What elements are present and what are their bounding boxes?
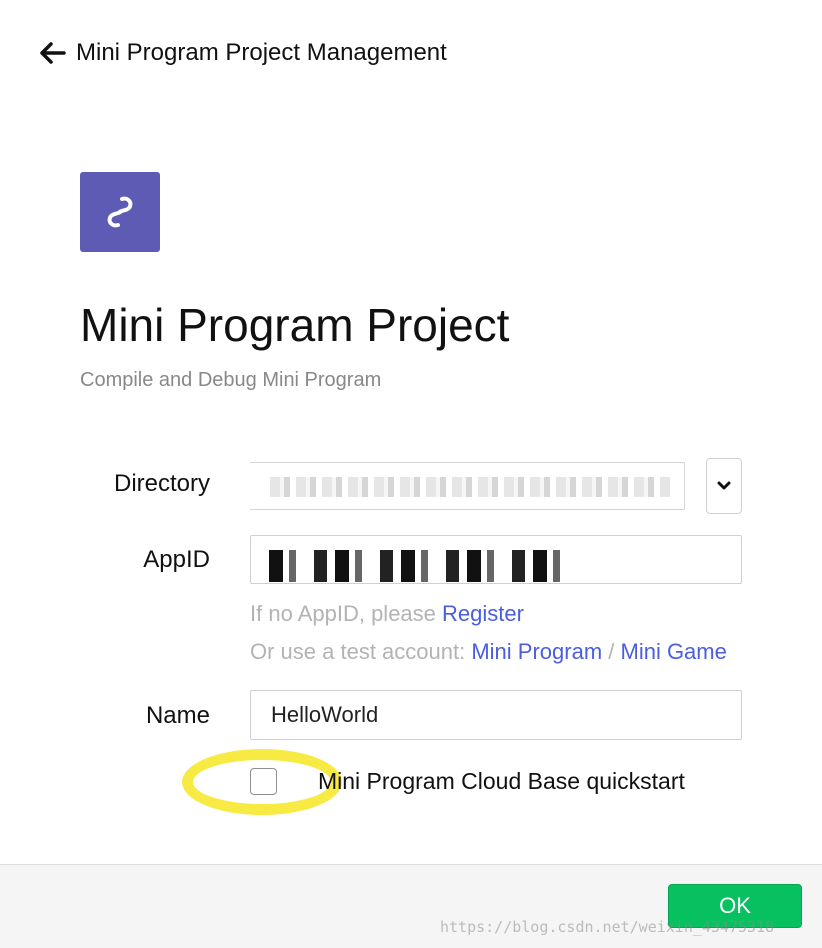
page-title: Mini Program Project <box>80 299 510 351</box>
test-account-separator: / <box>602 639 621 664</box>
mini-game-test-link[interactable]: Mini Game <box>621 639 727 664</box>
register-hint-text: If no AppID, please <box>250 601 443 626</box>
directory-label: Directory <box>113 470 210 497</box>
mini-program-logo-icon <box>80 172 160 252</box>
appid-register-hint: If no AppID, please Register <box>250 601 524 627</box>
register-link[interactable]: Register <box>442 601 524 626</box>
link-icon <box>107 196 133 228</box>
chevron-down-icon <box>717 481 731 490</box>
project-creation-page: Mini Program Project Management Mini Pro… <box>0 0 822 948</box>
watermark: https://blog.csdn.net/weixin_43475318 <box>440 918 775 936</box>
back-navigation[interactable]: Mini Program Project Management <box>38 38 447 68</box>
test-account-hint: Or use a test account: Mini Program / Mi… <box>250 639 727 665</box>
quickstart-checkbox[interactable] <box>250 768 277 795</box>
back-label[interactable]: Mini Program Project Management <box>76 39 447 67</box>
mini-program-test-link[interactable]: Mini Program <box>471 639 602 664</box>
appid-label: AppID <box>143 546 210 573</box>
test-account-text: Or use a test account: <box>250 639 472 664</box>
page-subtitle: Compile and Debug Mini Program <box>80 369 382 391</box>
quickstart-label[interactable]: Mini Program Cloud Base quickstart <box>318 768 685 795</box>
name-label: Name <box>145 702 210 729</box>
project-name-input[interactable] <box>250 690 742 740</box>
directory-path-obscured <box>270 477 670 497</box>
directory-dropdown-button[interactable] <box>706 458 742 514</box>
appid-obscured-value <box>269 550 569 582</box>
directory-field[interactable] <box>250 462 685 510</box>
appid-field[interactable] <box>250 535 742 584</box>
back-arrow-icon[interactable] <box>38 38 68 68</box>
